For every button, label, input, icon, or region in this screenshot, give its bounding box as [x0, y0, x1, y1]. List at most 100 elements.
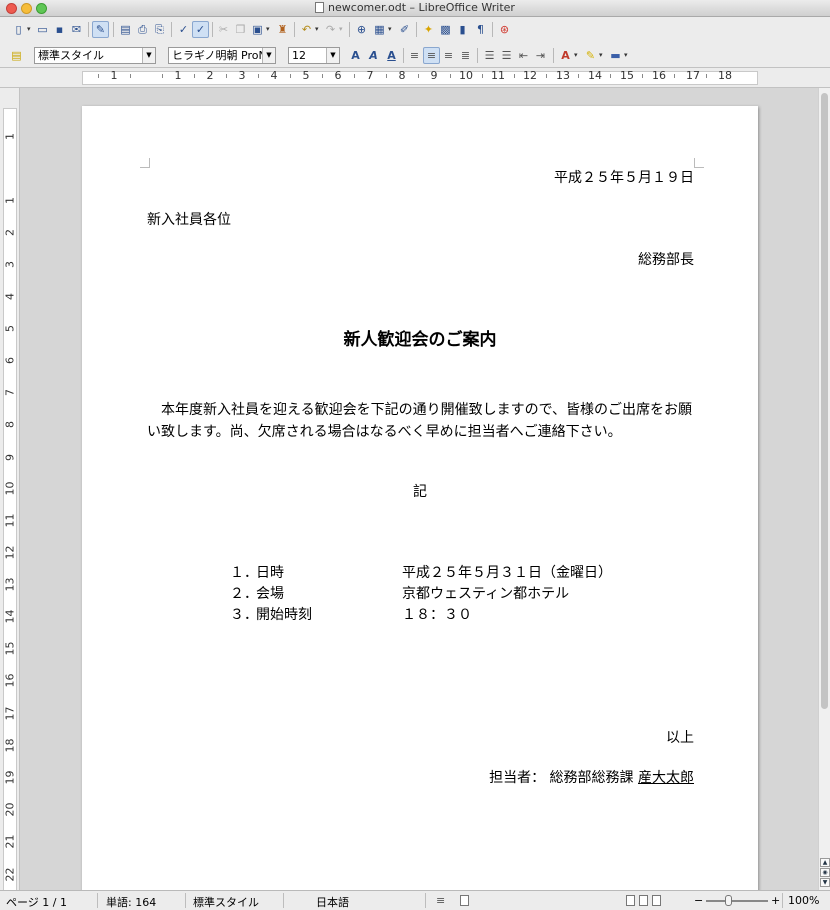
spellcheck-icon[interactable]: ✓ [175, 21, 192, 38]
highlighting-dropdown-icon[interactable]: ▾ [599, 51, 603, 59]
letter-addressee: 新入社員各位 [147, 212, 231, 228]
bullets-icon[interactable]: ☰ [498, 47, 515, 64]
hyperlink-icon[interactable]: ⊕ [353, 21, 370, 38]
vertical-ruler[interactable]: 1 1 2 3 4 5 6 7 8 9 10 11 12 13 14 15 16… [0, 88, 20, 890]
previous-page-icon[interactable]: ▲ [820, 858, 830, 867]
font-size-value: 12 [292, 49, 306, 62]
font-size-select[interactable]: 12 ▼ [288, 47, 340, 64]
redo-dropdown-icon[interactable]: ▾ [339, 25, 343, 33]
open-icon[interactable]: ▭ [34, 21, 51, 38]
ruler-tick [162, 74, 163, 78]
toolbar-separator [88, 22, 89, 37]
underline-icon[interactable]: A [383, 47, 400, 64]
ruler-label: 13 [556, 69, 570, 82]
copy-icon[interactable]: ❐ [232, 21, 249, 38]
language[interactable]: 日本語 [316, 894, 349, 910]
font-color-dropdown-icon[interactable]: ▾ [574, 51, 578, 59]
data-sources-icon[interactable]: ▮ [454, 21, 471, 38]
toolbar-separator [477, 48, 478, 63]
single-page-view-icon[interactable] [626, 895, 635, 906]
print-preview-icon[interactable]: ⎘ [151, 21, 168, 38]
highlighting-icon[interactable]: ✎ [582, 47, 599, 64]
toolbar-separator [416, 22, 417, 37]
chevron-down-icon[interactable]: ▼ [326, 48, 339, 63]
ruler-label: 9 [430, 69, 438, 82]
page-style[interactable]: 標準スタイル [193, 894, 259, 910]
new-document-icon[interactable]: ▯ [10, 21, 27, 38]
next-page-icon[interactable]: ▼ [820, 878, 830, 887]
styles-and-formatting-icon[interactable]: ▤ [8, 47, 25, 64]
undo-icon[interactable]: ↶ [298, 21, 315, 38]
font-name-select[interactable]: ヒラギノ明朝 ProN W ▼ [168, 47, 276, 64]
table-icon[interactable]: ▦ [371, 21, 388, 38]
bold-icon[interactable]: A [347, 47, 364, 64]
help-icon[interactable]: ⊛ [496, 21, 513, 38]
background-color-dropdown-icon[interactable]: ▾ [624, 51, 628, 59]
zoom-out-icon[interactable]: − [694, 894, 703, 907]
paste-dropdown-icon[interactable]: ▾ [266, 25, 270, 33]
letter-sender: 総務部長 [638, 252, 694, 268]
zoom-slider-track[interactable] [706, 900, 768, 902]
email-icon[interactable]: ✉ [68, 21, 85, 38]
paragraph-style-select[interactable]: 標準スタイル ▼ [34, 47, 156, 64]
contact-line: 担当者： 総務部総務課 産大太郎 [489, 767, 694, 787]
scrollbar-thumb[interactable] [821, 93, 828, 709]
closing-text: 以上 [666, 730, 694, 746]
align-right-icon[interactable]: ≡ [440, 47, 457, 64]
italic-icon[interactable]: A [365, 47, 382, 64]
align-justify-icon[interactable]: ≣ [457, 47, 474, 64]
document-area[interactable]: 平成２５年５月１９日 新入社員各位 総務部長 新人歓迎会のご案内 本年度新入社員… [20, 88, 818, 890]
book-view-icon[interactable] [652, 895, 661, 906]
item-number: １． [230, 565, 258, 581]
decrease-indent-icon[interactable]: ⇤ [515, 47, 532, 64]
auto-spellcheck-icon[interactable]: ✓ [192, 21, 209, 38]
ruler-label: 19 [3, 770, 17, 785]
navigator-icon[interactable]: ✦ [420, 21, 437, 38]
horizontal-ruler[interactable]: 1 1 2 3 4 5 6 7 8 9 10 11 12 13 14 15 16… [0, 68, 830, 88]
ruler-label: 20 [3, 802, 17, 817]
zoom-in-icon[interactable]: + [771, 894, 780, 907]
background-color-icon[interactable]: ▬ [607, 47, 624, 64]
toolbar-separator [492, 22, 493, 37]
increase-indent-icon[interactable]: ⇥ [532, 47, 549, 64]
save-icon[interactable]: ▪ [51, 21, 68, 38]
item-label: 会場 [256, 586, 284, 602]
paste-icon[interactable]: ▣ [249, 21, 266, 38]
vertical-scrollbar[interactable]: ▲ ◉ ▼ [818, 88, 830, 890]
chevron-down-icon[interactable]: ▼ [142, 48, 155, 63]
page-count[interactable]: ページ 1 / 1 [6, 894, 67, 910]
ruler-tick [482, 74, 483, 78]
word-count[interactable]: 単語: 164 [106, 894, 156, 910]
font-color-icon[interactable]: A [557, 47, 574, 64]
formatting-marks-icon[interactable]: ¶ [472, 21, 489, 38]
status-separator [97, 893, 98, 908]
cut-icon[interactable]: ✂ [215, 21, 232, 38]
insert-mode-icon[interactable]: ≡ [436, 894, 445, 907]
chevron-down-icon[interactable]: ▼ [262, 48, 275, 63]
redo-icon[interactable]: ↷ [322, 21, 339, 38]
zoom-slider-knob[interactable] [725, 895, 732, 906]
item-value: １８：３０ [402, 607, 472, 623]
ruler-label: 11 [3, 513, 17, 528]
zoom-level[interactable]: 100% [788, 894, 819, 907]
ruler-tick [290, 74, 291, 78]
table-dropdown-icon[interactable]: ▾ [388, 25, 392, 33]
letter-body: 本年度新入社員を迎える歓迎会を下記の通り開催致しますので、皆様のご出席をお願い致… [147, 402, 693, 440]
undo-dropdown-icon[interactable]: ▾ [315, 25, 319, 33]
document-page[interactable]: 平成２５年５月１９日 新入社員各位 総務部長 新人歓迎会のご案内 本年度新入社員… [82, 106, 758, 890]
multi-page-view-icon[interactable] [639, 895, 648, 906]
edit-mode-icon[interactable]: ✎ [92, 21, 109, 38]
ruler-label: 4 [3, 293, 17, 300]
numbering-icon[interactable]: ☰ [481, 47, 498, 64]
align-center-icon[interactable]: ≡ [423, 47, 440, 64]
gallery-icon[interactable]: ▩ [437, 21, 454, 38]
new-document-dropdown-icon[interactable]: ▾ [27, 25, 31, 33]
selection-mode-icon[interactable] [460, 895, 469, 906]
print-icon[interactable]: ⎙ [134, 21, 151, 38]
align-left-icon[interactable]: ≡ [406, 47, 423, 64]
clone-formatting-icon[interactable]: ♜ [274, 21, 291, 38]
navigation-icon[interactable]: ◉ [820, 868, 830, 877]
export-pdf-icon[interactable]: ▤ [117, 21, 134, 38]
ruler-label: 3 [238, 69, 246, 82]
show-draw-functions-icon[interactable]: ✐ [396, 21, 413, 38]
